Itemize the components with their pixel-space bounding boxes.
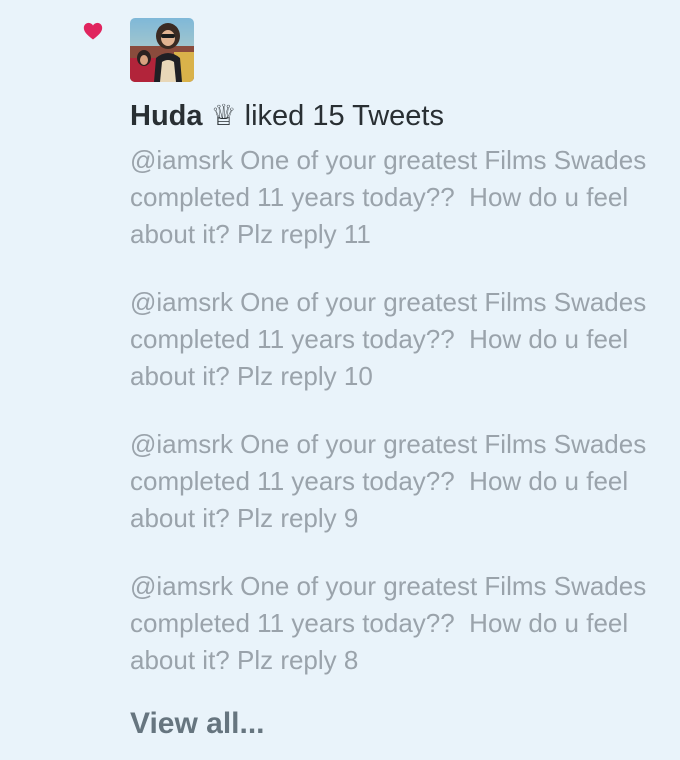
avatar-photo [130,18,194,82]
tweet-item[interactable]: @iamsrk One of your greatest Films Swade… [130,142,660,253]
user-name[interactable]: Huda [130,100,203,132]
crown-emoji: ♕ [210,100,237,132]
notification-headline: Huda ♕ liked 15 Tweets [130,96,670,136]
avatar[interactable] [130,18,194,82]
tweet-item[interactable]: @iamsrk One of your greatest Films Swade… [130,568,660,679]
action-text: liked 15 Tweets [244,100,444,132]
view-all-link[interactable]: View all... [130,704,265,744]
notification-content: Huda ♕ liked 15 Tweets @iamsrk One of yo… [130,96,670,744]
tweet-item[interactable]: @iamsrk One of your greatest Films Swade… [130,284,660,395]
like-notification[interactable]: Huda ♕ liked 15 Tweets @iamsrk One of yo… [0,0,680,760]
tweet-list: @iamsrk One of your greatest Films Swade… [130,142,670,679]
heart-icon [83,22,103,40]
tweet-item[interactable]: @iamsrk One of your greatest Films Swade… [130,426,660,537]
